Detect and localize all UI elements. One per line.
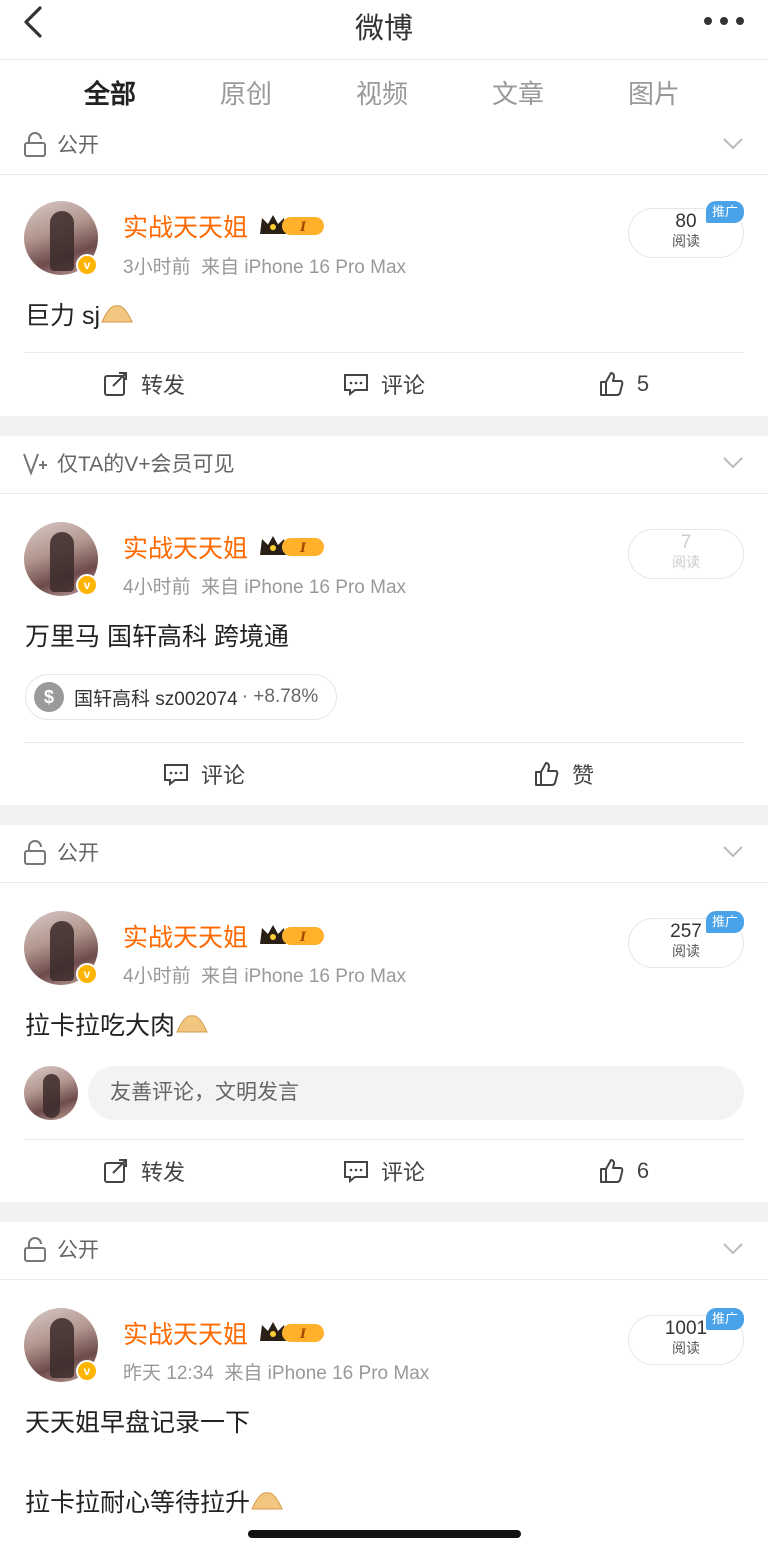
post-card: v 实战天天姐 I 3小时前 来自 iPhone 16 Pro Max 80 阅… (0, 176, 768, 416)
comment-button[interactable]: 评论 (264, 353, 504, 414)
chevron-down-icon[interactable] (722, 137, 744, 151)
comment-icon (163, 763, 188, 786)
visibility-label: 公开 (57, 134, 99, 157)
comment-icon (343, 373, 368, 396)
visibility-label: 公开 (57, 842, 99, 865)
post-text-line: 拉卡拉耐心等待拉升 (25, 1483, 284, 1519)
divider (0, 416, 768, 436)
comment-button[interactable]: 评论 (24, 743, 384, 804)
promote-badge[interactable]: 推广 (706, 201, 744, 223)
promote-badge[interactable]: 推广 (706, 911, 744, 933)
post-meta: 4小时前 来自 iPhone 16 Pro Max (123, 572, 406, 599)
stock-name: 国轩高科 sz002074 (74, 688, 238, 710)
post-text: 万里马 国轩高科 跨境通 (25, 623, 289, 651)
post-actions: 转发 评论 5 (24, 352, 744, 414)
like-button[interactable]: 5 (504, 353, 744, 414)
vip-crown-badge-icon: I (260, 1322, 324, 1342)
visibility-bar[interactable]: 公开 (0, 117, 768, 175)
post-text-line: 天天姐早盘记录一下 (25, 1409, 251, 1437)
post-source: 来自 iPhone 16 Pro Max (201, 966, 407, 987)
like-button[interactable]: 赞 (384, 743, 744, 804)
my-avatar (24, 1066, 78, 1120)
read-count-pill[interactable]: 7 阅读 (628, 529, 744, 579)
username[interactable]: 实战天天姐 (123, 208, 248, 244)
verified-badge-icon: v (76, 574, 98, 596)
lock-icon (24, 1237, 46, 1262)
read-label: 阅读 (672, 554, 700, 570)
post-time: 昨天 12:34 (123, 1363, 214, 1384)
lock-icon (24, 132, 46, 157)
thumbs-up-icon (534, 761, 559, 786)
dollar-icon: $ (34, 682, 64, 712)
verified-badge-icon: v (76, 963, 98, 985)
read-label: 阅读 (672, 1340, 700, 1356)
vip-crown-badge-icon: I (260, 925, 324, 945)
fist-bump-emoji-icon (176, 1015, 208, 1033)
read-count: 7 (680, 532, 692, 553)
chevron-down-icon[interactable] (722, 1242, 744, 1256)
post-source: 来自 iPhone 16 Pro Max (201, 257, 407, 278)
post-time: 4小时前 (123, 577, 191, 598)
svg-text:I: I (299, 541, 307, 556)
read-label: 阅读 (672, 233, 700, 249)
post-meta: 4小时前 来自 iPhone 16 Pro Max (123, 961, 406, 988)
comment-button[interactable]: 评论 (264, 1140, 504, 1201)
username[interactable]: 实战天天姐 (123, 918, 248, 954)
username[interactable]: 实战天天姐 (123, 529, 248, 565)
fist-bump-emoji-icon (101, 305, 133, 323)
post-actions: 转发 评论 6 (24, 1139, 744, 1201)
thumbs-up-icon (599, 371, 624, 396)
repost-icon (103, 1158, 127, 1183)
comment-input[interactable]: 友善评论，文明发言 (88, 1066, 744, 1120)
visibility-bar[interactable]: 公开 (0, 1222, 768, 1280)
verified-badge-icon: v (76, 254, 98, 276)
verified-badge-icon: v (76, 1360, 98, 1382)
post-card: v 实战天天姐 I 4小时前 来自 iPhone 16 Pro Max 257 … (0, 886, 768, 1202)
post-text: 拉卡拉吃大肉 (25, 1006, 209, 1042)
post-text: 巨力 sj (25, 296, 134, 332)
stock-chip[interactable]: $ 国轩高科 sz002074 · +8.78% (25, 674, 338, 720)
svg-text:I: I (299, 1327, 307, 1342)
post-card: v 实战天天姐 I 昨天 12:34 来自 iPhone 16 Pro Max … (0, 1283, 768, 1553)
repost-button[interactable]: 转发 (24, 1140, 264, 1201)
post-time: 4小时前 (123, 966, 191, 987)
visibility-bar[interactable]: 公开 (0, 825, 768, 883)
more-options-icon[interactable] (704, 15, 744, 27)
visibility-label: 公开 (57, 1239, 99, 1262)
read-label: 阅读 (672, 943, 700, 959)
svg-text:I: I (299, 220, 307, 235)
divider (0, 1202, 768, 1222)
vip-crown-badge-icon: I (260, 536, 324, 556)
promote-badge[interactable]: 推广 (706, 1308, 744, 1330)
vip-crown-badge-icon: I (260, 215, 324, 235)
repost-button[interactable]: 转发 (24, 353, 264, 414)
post-time: 3小时前 (123, 257, 191, 278)
divider (0, 805, 768, 825)
chevron-down-icon[interactable] (722, 845, 744, 859)
repost-icon (103, 371, 127, 396)
visibility-label: 仅TA的V+会员可见 (57, 453, 235, 476)
chevron-down-icon[interactable] (722, 456, 744, 470)
username[interactable]: 实战天天姐 (123, 1315, 248, 1351)
post-meta: 昨天 12:34 来自 iPhone 16 Pro Max (123, 1358, 429, 1385)
thumbs-up-icon (599, 1158, 624, 1183)
post-actions: 评论 赞 (24, 742, 744, 804)
comment-icon (343, 1160, 368, 1183)
top-bar: 微博 (0, 0, 768, 60)
fist-bump-emoji-icon (251, 1492, 283, 1510)
post-card: v 实战天天姐 I 4小时前 来自 iPhone 16 Pro Max 7 阅读… (0, 497, 768, 805)
visibility-bar[interactable]: 仅TA的V+会员可见 (0, 436, 768, 494)
vplus-icon (23, 453, 47, 476)
stock-change: · +8.78% (241, 686, 319, 707)
svg-text:I: I (299, 930, 307, 945)
post-source: 来自 iPhone 16 Pro Max (224, 1363, 430, 1384)
post-source: 来自 iPhone 16 Pro Max (201, 577, 407, 598)
page-title: 微博 (354, 13, 413, 45)
like-button[interactable]: 6 (504, 1140, 744, 1201)
lock-icon (24, 840, 46, 865)
post-meta: 3小时前 来自 iPhone 16 Pro Max (123, 252, 406, 279)
home-indicator[interactable] (248, 1530, 521, 1538)
